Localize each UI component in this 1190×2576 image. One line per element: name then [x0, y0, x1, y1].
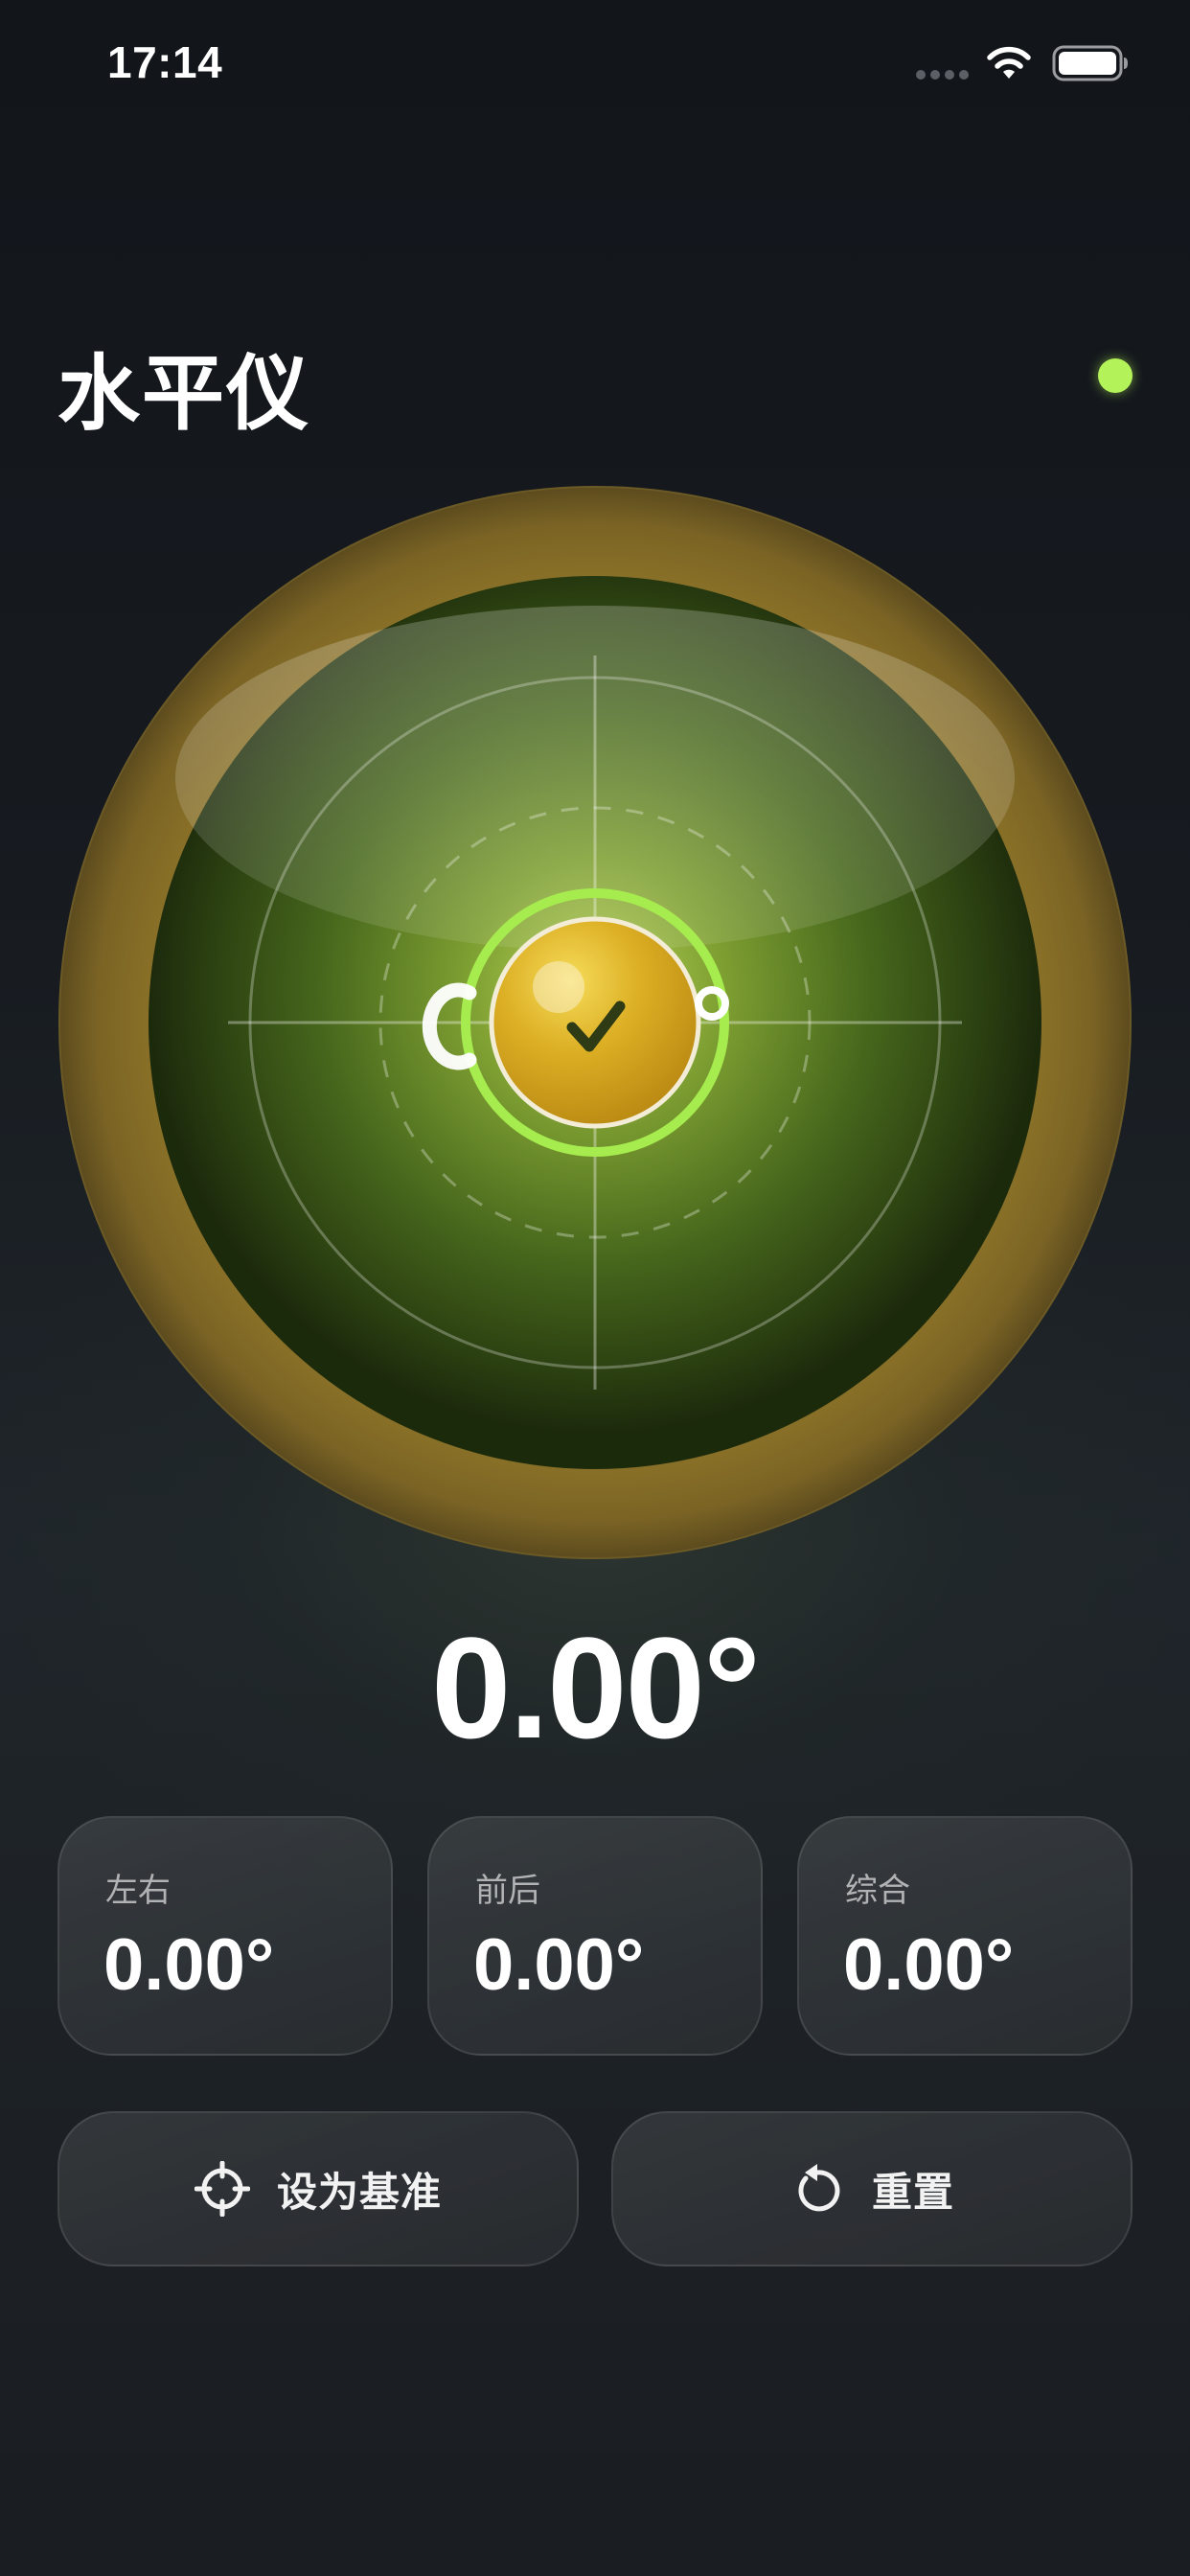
card-combined: 综合 0.00°	[797, 1816, 1133, 2056]
crosshair-icon	[194, 2161, 250, 2217]
bubble	[489, 916, 701, 1129]
set-baseline-button[interactable]: 设为基准	[57, 2111, 579, 2266]
battery-icon	[1052, 45, 1128, 81]
reset-label: 重置	[871, 2168, 954, 2216]
card-label: 综合	[845, 1872, 910, 1910]
reset-icon	[798, 2164, 840, 2212]
card-left-right: 左右 0.00°	[57, 1816, 393, 2056]
bubble-shine	[533, 961, 584, 1013]
card-value: 0.00°	[103, 1924, 275, 2006]
card-label: 前后	[475, 1872, 540, 1910]
bubble-level-dial	[58, 486, 1132, 1559]
card-label: 左右	[105, 1872, 171, 1910]
set-baseline-label: 设为基准	[276, 2168, 442, 2216]
card-front-back: 前后 0.00°	[427, 1816, 763, 2056]
level-bubble	[461, 888, 729, 1157]
total-angle-reading: 0.00°	[431, 1607, 761, 1768]
wifi-icon	[987, 46, 1031, 79]
level-status-indicator	[1098, 358, 1133, 393]
status-time: 17:14	[107, 37, 223, 87]
cellular-signal-icon	[916, 70, 969, 80]
card-value: 0.00°	[843, 1924, 1015, 2006]
reset-button[interactable]: 重置	[611, 2111, 1133, 2266]
card-value: 0.00°	[473, 1924, 645, 2006]
page-title: 水平仪	[57, 346, 310, 442]
